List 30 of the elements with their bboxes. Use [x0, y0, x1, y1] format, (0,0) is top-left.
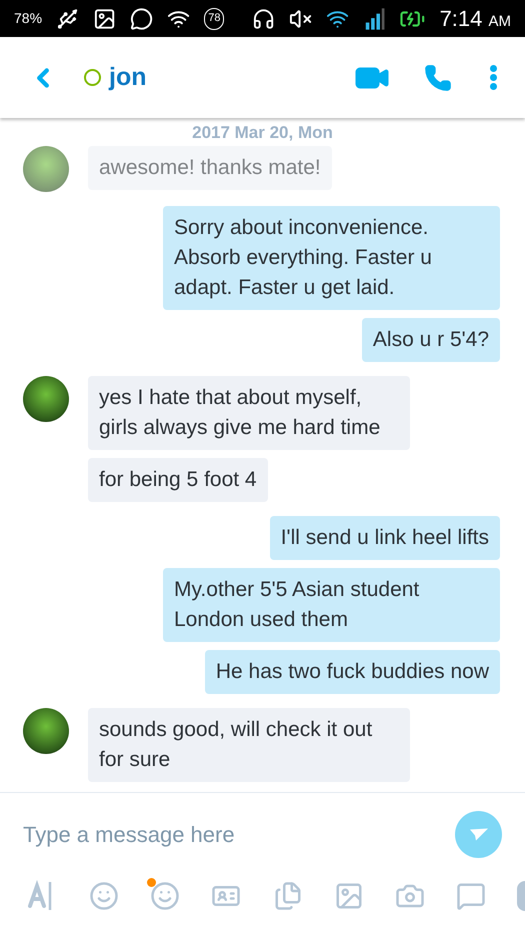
emoji-button[interactable] [89, 881, 120, 911]
call-button[interactable] [424, 64, 452, 92]
clock: 7:14 AM [440, 5, 512, 33]
photo-button[interactable] [334, 881, 364, 911]
message-bubble: yes I hate that about myself, girls always give me hard time [88, 376, 410, 450]
message-bubble: Also u r 5'4? [362, 318, 500, 362]
presence-icon [84, 69, 101, 86]
battery-badge: 78 [204, 8, 224, 30]
sticker-button[interactable] [150, 881, 180, 911]
message-bubble: Sorry about inconvenience. Absorb everything. Faster u adapt. Faster u get laid. [163, 206, 500, 310]
menu-icon [490, 65, 497, 90]
file-button[interactable] [272, 881, 302, 911]
message-bubble: I'll send u link heel lifts [270, 516, 500, 560]
contact-name: jon [109, 62, 146, 93]
chat-icon [130, 6, 154, 32]
message-bubble: sounds good, will check it out for sure [88, 708, 410, 782]
message-bubble: My.other 5'5 Asian student London used them [163, 568, 500, 642]
battery-percent: 78% [14, 9, 42, 28]
message-bubble: for being 5 foot 4 [88, 458, 268, 502]
send-button[interactable] [455, 811, 502, 858]
more-button[interactable] [517, 881, 525, 911]
message-bubble: He has two fuck buddies now [204, 650, 500, 694]
date-divider: 2017 Mar 20, Mon [192, 122, 333, 144]
send-icon [470, 828, 488, 841]
signal-icon [364, 6, 385, 30]
menu-button[interactable] [490, 65, 497, 90]
message-bubble: awesome! thanks mate! [88, 146, 332, 190]
video-message-button[interactable] [456, 881, 486, 911]
message-input[interactable]: Type a message here [23, 818, 455, 851]
new-badge-icon [147, 878, 156, 887]
